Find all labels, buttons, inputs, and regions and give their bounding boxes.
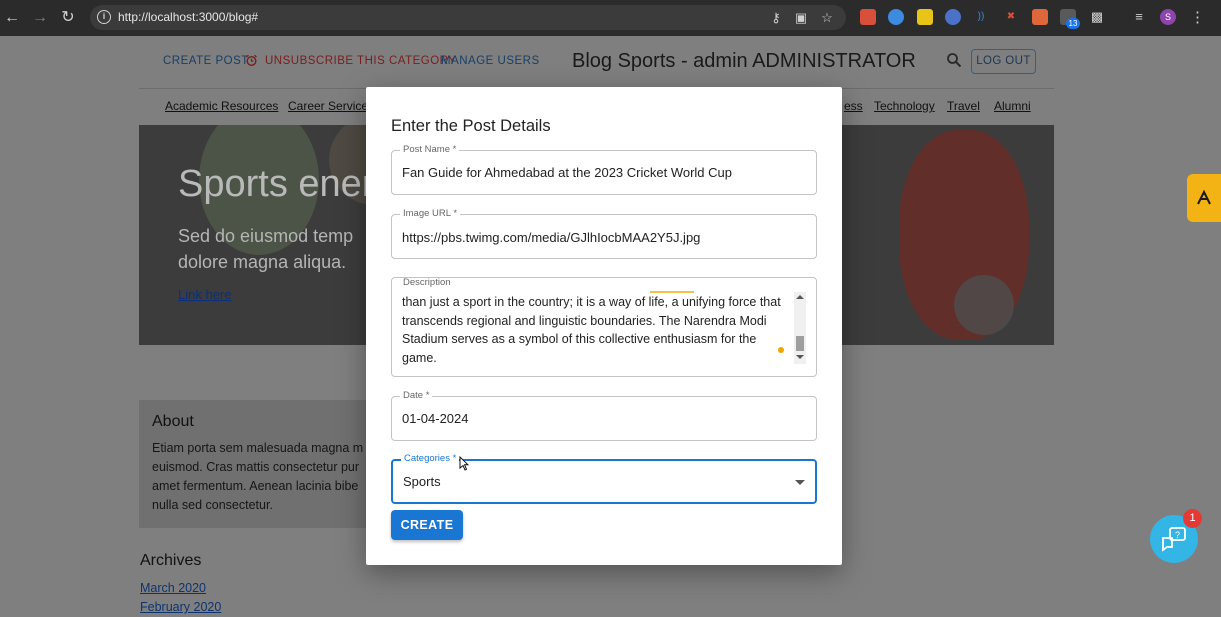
create-button[interactable]: CREATE [391, 510, 463, 540]
extension-icon-7[interactable] [1032, 9, 1048, 25]
install-app-icon[interactable]: ▣ [793, 10, 809, 26]
extension-icon-2[interactable] [888, 9, 904, 25]
extension-icon-1[interactable] [860, 9, 876, 25]
address-bar-url[interactable]: http://localhost:3000/blog# [118, 10, 258, 24]
category-link-career-services[interactable]: Career Services [288, 99, 374, 113]
about-title: About [152, 413, 194, 430]
extension-icon-5[interactable]: )) [973, 9, 989, 25]
categories-label: Categories * [401, 453, 460, 464]
hero-link[interactable]: Link here [178, 287, 231, 302]
image-url-input[interactable]: https://pbs.twimg.com/media/GJlhIocbMAA2… [402, 230, 700, 245]
scrollbar-thumb[interactable] [796, 336, 804, 351]
browser-toolbar: ← → ↻ i http://localhost:3000/blog# ⚷ ▣ … [0, 0, 1221, 36]
create-post-dialog: Enter the Post Details Post Name * Fan G… [366, 87, 842, 565]
dialog-title: Enter the Post Details [391, 117, 551, 135]
post-name-label: Post Name * [400, 144, 460, 155]
about-box: About Etiam porta sem malesuada magna m … [139, 400, 379, 528]
bookmark-star-icon[interactable]: ☆ [819, 10, 835, 26]
browser-menu-icon[interactable]: ⋮ [1190, 8, 1205, 26]
password-key-icon[interactable]: ⚷ [768, 10, 784, 26]
about-text: Etiam porta sem malesuada magna m euismo… [152, 441, 364, 512]
categories-select[interactable]: Categories * Sports [391, 453, 817, 504]
extension-count-badge: 13 [1066, 18, 1080, 29]
back-icon[interactable]: ← [2, 8, 22, 28]
forward-icon[interactable]: → [30, 8, 50, 28]
archive-link[interactable]: February 2020 [140, 600, 221, 614]
profile-avatar[interactable]: S [1160, 9, 1176, 25]
mouse-cursor-icon [459, 456, 469, 471]
archive-link[interactable]: March 2020 [140, 581, 206, 595]
hero-text: Sed do eiusmod temp dolore magna aliqua. [178, 226, 354, 272]
hero-illustration-football [954, 275, 1014, 335]
dropdown-arrow-icon[interactable] [795, 480, 805, 485]
svg-text:?: ? [1175, 530, 1180, 540]
description-textarea[interactable]: than just a sport in the country; it is … [402, 293, 788, 367]
logout-button[interactable]: LOG OUT [971, 49, 1036, 74]
date-label: Date * [400, 390, 433, 401]
site-info-icon[interactable]: i [97, 10, 111, 24]
description-field[interactable]: Description than just a sport in the cou… [391, 277, 817, 377]
image-url-field[interactable]: Image URL * https://pbs.twimg.com/media/… [391, 208, 817, 259]
logo-icon [1197, 190, 1211, 205]
unsubscribe-category-link[interactable]: UNSUBSCRIBE THIS CATEGORY [265, 55, 456, 67]
chat-notification-badge: 1 [1183, 509, 1202, 528]
hero-title: Sports ener [178, 163, 375, 205]
date-input[interactable]: 01-04-2024 [402, 411, 469, 426]
blog-title: Blog Sports - admin ADMINISTRATOR [572, 50, 916, 72]
category-link-academic-resources[interactable]: Academic Resources [165, 99, 278, 113]
create-post-link[interactable]: CREATE POST [163, 55, 249, 67]
post-name-field[interactable]: Post Name * Fan Guide for Ahmedabad at t… [391, 144, 817, 195]
categories-selected-value[interactable]: Sports [403, 474, 441, 489]
date-field[interactable]: Date * 01-04-2024 [391, 390, 817, 441]
extension-icon-6[interactable]: ✖ [1003, 9, 1019, 25]
description-label: Description [400, 278, 454, 288]
extension-icon-4[interactable] [945, 9, 961, 25]
media-controls-icon[interactable]: ≡ [1131, 9, 1147, 25]
reload-icon[interactable]: ↻ [58, 8, 78, 28]
archives-title: Archives [140, 552, 202, 569]
grammar-suggestion-dot[interactable] [778, 347, 784, 353]
manage-users-link[interactable]: MANAGE USERS [441, 55, 540, 67]
scroll-down-arrow-icon[interactable] [796, 355, 804, 359]
address-bar[interactable]: i http://localhost:3000/blog# ⚷ ▣ ☆ [90, 5, 846, 30]
category-link-business[interactable]: ess [844, 99, 863, 113]
category-link-alumni[interactable]: Alumni [994, 99, 1031, 113]
extension-icon-3[interactable] [917, 9, 933, 25]
image-url-label: Image URL * [400, 208, 461, 219]
extensions-puzzle-icon[interactable]: ▩ [1089, 9, 1105, 25]
chat-help-icon: ? [1162, 527, 1186, 552]
feedback-side-tab[interactable] [1187, 174, 1221, 222]
description-scrollbar[interactable] [794, 292, 806, 364]
alarm-icon [246, 54, 257, 67]
category-link-technology[interactable]: Technology [874, 99, 935, 113]
category-link-travel[interactable]: Travel [947, 99, 980, 113]
post-name-input[interactable]: Fan Guide for Ahmedabad at the 2023 Cric… [402, 165, 732, 180]
search-icon[interactable] [946, 52, 962, 68]
scroll-up-arrow-icon[interactable] [796, 295, 804, 299]
